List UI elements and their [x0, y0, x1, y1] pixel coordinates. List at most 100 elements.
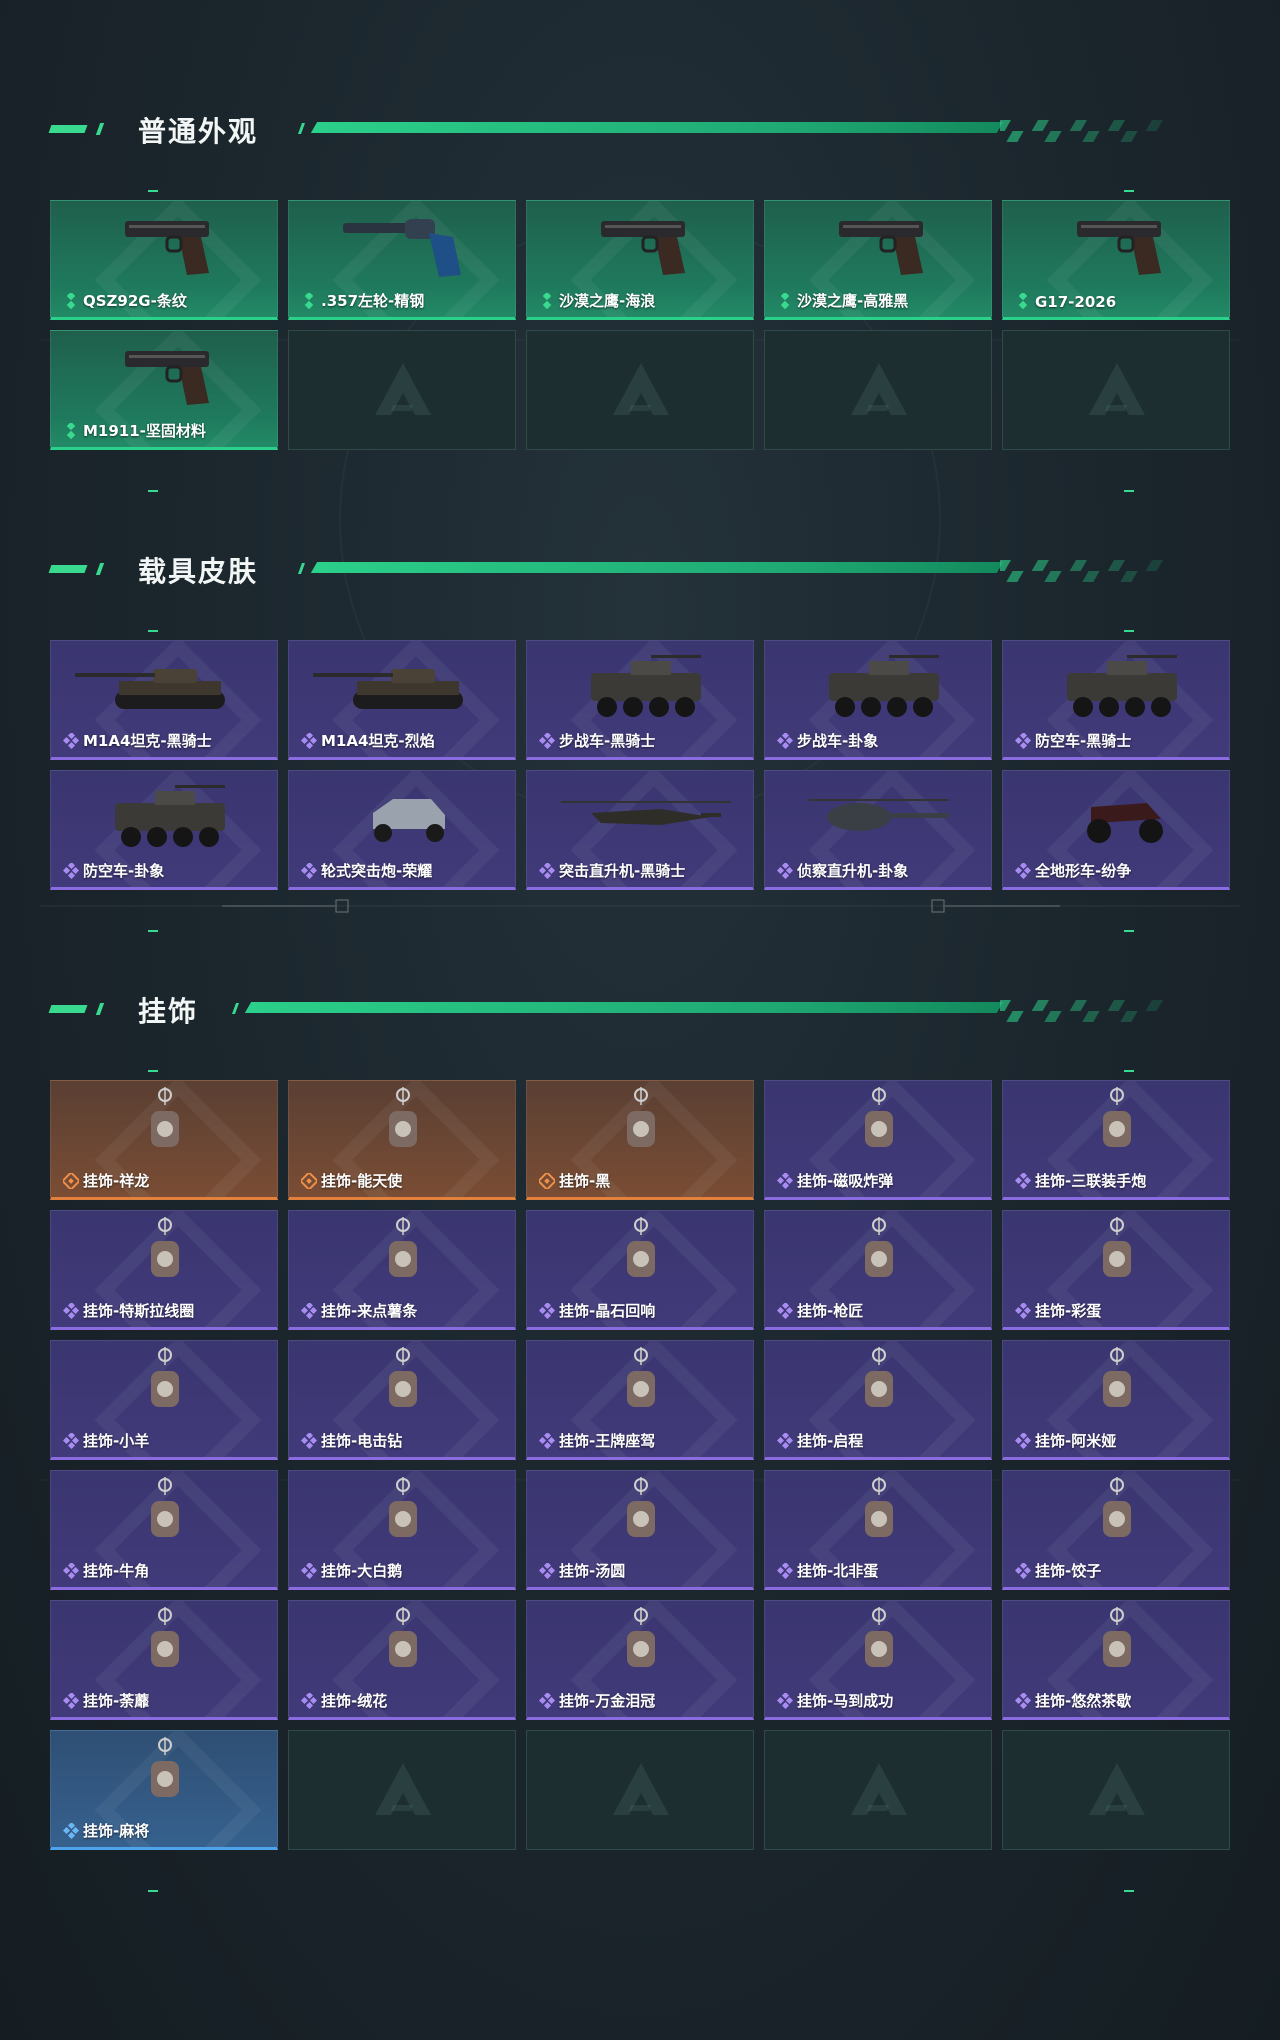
item-card[interactable]: 挂饰-磁吸炸弹	[764, 1080, 992, 1200]
green-rarity-icon	[66, 423, 76, 439]
item-card[interactable]: 挂饰-王牌座驾	[526, 1340, 754, 1460]
empty-slot	[526, 330, 754, 450]
grid-corner-mark	[148, 630, 158, 632]
item-card[interactable]: 步战车-卦象	[764, 640, 992, 760]
header-accent-bar	[48, 1005, 88, 1013]
item-card[interactable]: 沙漠之鹰-海浪	[526, 200, 754, 320]
item-card[interactable]: 挂饰-荼蘼	[50, 1600, 278, 1720]
green-rarity-icon	[780, 293, 790, 309]
purple-rarity-icon	[777, 1173, 793, 1189]
item-card[interactable]: 沙漠之鹰-高雅黑	[764, 200, 992, 320]
item-card[interactable]: 挂饰-麻将	[50, 1730, 278, 1850]
grid-corner-mark	[1124, 490, 1134, 492]
grid-corner-mark	[1124, 1070, 1134, 1072]
item-card[interactable]: 挂饰-启程	[764, 1340, 992, 1460]
header-checker-pattern	[1000, 560, 1163, 582]
item-card[interactable]: QSZ92G-条纹	[50, 200, 278, 320]
item-card[interactable]: 挂饰-黑	[526, 1080, 754, 1200]
empty-slot	[764, 330, 992, 450]
header-progress-bar	[310, 562, 1004, 573]
item-card[interactable]: 挂饰-来点薯条	[288, 1210, 516, 1330]
purple-rarity-icon	[1015, 1563, 1031, 1579]
purple-rarity-icon	[539, 1303, 555, 1319]
item-card[interactable]: 挂饰-能天使	[288, 1080, 516, 1200]
item-name: M1A4坦克-烈焰	[321, 732, 435, 750]
charm-icon	[389, 1477, 417, 1537]
item-name: 挂饰-北非蛋	[797, 1562, 879, 1580]
item-card[interactable]: 挂饰-特斯拉线圈	[50, 1210, 278, 1330]
header-accent-tick	[95, 563, 105, 575]
charm-icon	[389, 1607, 417, 1667]
item-card[interactable]: 挂饰-汤圆	[526, 1470, 754, 1590]
purple-rarity-icon	[1015, 1693, 1031, 1709]
empty-slot	[1002, 330, 1230, 450]
item-name: 挂饰-彩蛋	[1035, 1302, 1102, 1320]
item-card[interactable]: 步战车-黑骑士	[526, 640, 754, 760]
item-card[interactable]: 挂饰-电击钻	[288, 1340, 516, 1460]
item-card[interactable]: G17-2026	[1002, 200, 1230, 320]
item-card[interactable]: 挂饰-万金泪冠	[526, 1600, 754, 1720]
item-card[interactable]: 挂饰-小羊	[50, 1340, 278, 1460]
item-card[interactable]: 挂饰-大白鹅	[288, 1470, 516, 1590]
item-card[interactable]: 挂饰-北非蛋	[764, 1470, 992, 1590]
item-card[interactable]: 挂饰-饺子	[1002, 1470, 1230, 1590]
charm-icon	[627, 1477, 655, 1537]
item-name: 步战车-卦象	[797, 732, 879, 750]
item-card[interactable]: 挂饰-悠然茶歇	[1002, 1600, 1230, 1720]
grid-corner-mark	[1124, 930, 1134, 932]
item-card[interactable]: 挂饰-祥龙	[50, 1080, 278, 1200]
section-title: 载具皮肤	[138, 555, 259, 588]
item-name: 挂饰-大白鹅	[321, 1562, 403, 1580]
purple-rarity-icon	[539, 1433, 555, 1449]
item-name: 挂饰-能天使	[321, 1172, 403, 1190]
charm-icon	[865, 1347, 893, 1407]
pistol-icon	[839, 221, 923, 275]
item-card[interactable]: M1A4坦克-烈焰	[288, 640, 516, 760]
item-card[interactable]: 挂饰-绒花	[288, 1600, 516, 1720]
item-card[interactable]: 突击直升机-黑骑士	[526, 770, 754, 890]
item-card[interactable]: 防空车-黑骑士	[1002, 640, 1230, 760]
atv-icon	[1087, 803, 1163, 843]
item-card[interactable]: 轮式突击炮-荣耀	[288, 770, 516, 890]
item-card[interactable]: 挂饰-晶石回响	[526, 1210, 754, 1330]
item-card[interactable]: .357左轮-精钢	[288, 200, 516, 320]
section-header: 普通外观	[48, 108, 1230, 148]
header-divider-tick	[297, 123, 306, 134]
charm-icon	[151, 1607, 179, 1667]
grid-corner-mark	[148, 1890, 158, 1892]
charm-icon	[151, 1477, 179, 1537]
purple-rarity-icon	[1015, 1173, 1031, 1189]
purple-rarity-icon	[539, 733, 555, 749]
item-card[interactable]: 防空车-卦象	[50, 770, 278, 890]
item-name: M1A4坦克-黑骑士	[83, 732, 212, 750]
empty-slot-logo-icon	[375, 1763, 431, 1815]
item-card[interactable]: M1A4坦克-黑骑士	[50, 640, 278, 760]
item-card[interactable]: 挂饰-彩蛋	[1002, 1210, 1230, 1330]
item-card[interactable]: 挂饰-马到成功	[764, 1600, 992, 1720]
item-name: 挂饰-饺子	[1035, 1562, 1102, 1580]
pistol-icon	[125, 351, 209, 405]
header-checker-pattern	[1000, 120, 1163, 142]
item-name: 沙漠之鹰-高雅黑	[797, 292, 909, 310]
item-card[interactable]: 挂饰-三联装手炮	[1002, 1080, 1230, 1200]
item-card[interactable]: 挂饰-牛角	[50, 1470, 278, 1590]
header-progress-bar	[310, 122, 1004, 133]
item-card[interactable]: 挂饰-阿米娅	[1002, 1340, 1230, 1460]
grid-corner-mark	[148, 490, 158, 492]
item-name: 突击直升机-黑骑士	[559, 862, 686, 880]
item-card[interactable]: 挂饰-枪匠	[764, 1210, 992, 1330]
grid-corner-mark	[148, 930, 158, 932]
header-progress-bar	[244, 1002, 1004, 1013]
purple-rarity-icon	[301, 1693, 317, 1709]
item-name: 挂饰-枪匠	[797, 1302, 864, 1320]
empty-slot-logo-icon	[1089, 1763, 1145, 1815]
purple-rarity-icon	[777, 1693, 793, 1709]
purple-rarity-icon	[301, 1303, 317, 1319]
purple-rarity-icon	[777, 1433, 793, 1449]
item-card[interactable]: 全地形车-纷争	[1002, 770, 1230, 890]
header-checker-pattern	[1000, 1000, 1163, 1022]
item-name: 挂饰-马到成功	[797, 1692, 894, 1710]
item-card[interactable]: 侦察直升机-卦象	[764, 770, 992, 890]
charm-icon	[151, 1347, 179, 1407]
item-card[interactable]: M1911-坚固材料	[50, 330, 278, 450]
